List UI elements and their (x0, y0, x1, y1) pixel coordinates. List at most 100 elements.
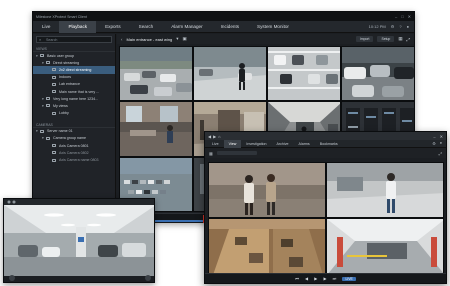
camera-tree-item[interactable]: Axis Camera 0801 (33, 142, 115, 149)
tab-alarm-manager[interactable]: Alarm Manager (162, 21, 211, 33)
minimize-icon[interactable]: – (433, 134, 435, 139)
tab-playback[interactable]: Playback (59, 20, 97, 33)
composite-stage: Milestone XProtect Smart Client – □ ✕ Li… (0, 0, 450, 286)
tab-exports[interactable]: Exports (96, 21, 130, 33)
tab-incidents[interactable]: Incidents (212, 21, 248, 33)
camera-tile-warehouse[interactable] (208, 218, 326, 274)
view-tree-item[interactable]: ▾ My views (33, 102, 115, 109)
tab-live[interactable]: Live (33, 21, 59, 33)
view-tree-item[interactable]: ▾ Very long name here 1234... (33, 95, 115, 102)
close-icon[interactable]: ✕ (408, 14, 411, 19)
setup-button[interactable]: Setup (377, 36, 395, 42)
view-icon (52, 75, 56, 79)
view-icon (40, 54, 44, 58)
cameras-header: CAMERAS (33, 121, 115, 128)
chevron-down-icon[interactable]: ▾ (176, 36, 178, 42)
view-tree-item[interactable]: 2x2 direct streaming (33, 66, 115, 74)
garage-camera-view[interactable] (4, 199, 155, 283)
tree-item-label: Indoors (59, 75, 71, 80)
tab-alarms[interactable]: Alarms (294, 140, 315, 148)
minimize-icon[interactable]: – (395, 14, 397, 19)
bookmark-icon[interactable]: ▣ (183, 36, 187, 42)
tab-view[interactable]: View (223, 139, 242, 148)
view-toolbar: ‹ Main entrance - east wing ▾ ▣ Import S… (117, 34, 414, 44)
tree-item-label: Axis Camera 0802 (59, 150, 89, 155)
camera-tile-garage-entrance[interactable] (326, 218, 444, 274)
live-button[interactable]: LIVE (342, 276, 356, 281)
tab-system-monitor[interactable]: System Monitor (248, 21, 298, 33)
camera-tile-lot-aerial[interactable] (267, 46, 341, 101)
tree-item-label: 2x2 direct streaming (59, 67, 92, 72)
tab-search[interactable]: Search (130, 21, 163, 33)
tree-item-label: Axis Camera name 0803 (59, 158, 99, 163)
camera-tile-office[interactable] (119, 101, 193, 157)
help-icon[interactable]: ? (399, 24, 401, 29)
skip-forward-icon[interactable]: ⏭ (333, 276, 337, 281)
camera-tree-item[interactable]: Axis Camera 0802 (33, 149, 115, 156)
sidebar: ⌕ Search VIEWS ▾ Basic user group ▾ Direct … (33, 34, 116, 222)
main-nav: Live Playback Exports Search Alarm Manag… (33, 20, 414, 33)
layout-icon[interactable]: ▦ (209, 151, 213, 156)
view-tree-item[interactable]: Lab entrance (33, 81, 115, 88)
step-back-icon[interactable]: ◀ (305, 276, 308, 281)
camera-icon (46, 136, 50, 140)
tree-item-label: Main name that is very ... (59, 89, 100, 94)
camera-tree-item[interactable]: Axis Camera name 0803 (33, 156, 115, 163)
tree-item-label: Very long name here 1234... (53, 96, 99, 101)
tab-bookmarks[interactable]: Bookmarks (315, 140, 343, 148)
back-arrow-icon[interactable]: ‹ (121, 37, 122, 42)
view-tree-item[interactable]: ▾ Direct streaming (33, 59, 115, 66)
playback-video-grid (208, 162, 444, 274)
tab-archive[interactable]: Archive (272, 140, 294, 148)
tree-item-label: Camera group name (53, 136, 86, 141)
view-icon (52, 68, 56, 72)
camera-tile-couple[interactable] (208, 162, 326, 218)
settings-icon[interactable]: ⚙ (391, 24, 395, 29)
view-icon (46, 104, 50, 108)
view-icon (46, 61, 50, 65)
view-selector[interactable] (216, 151, 257, 155)
search-icon: ⌕ (39, 37, 42, 42)
camera-icon (52, 151, 56, 155)
playback-window: ◀ ▶ ⌂ – ✕ Live View Investigation Archiv… (204, 131, 447, 284)
view-icon (52, 111, 56, 115)
search-input[interactable]: ⌕ Search (36, 36, 112, 43)
view-tree-item[interactable]: ▾ Basic user group (33, 52, 115, 59)
view-name: Main entrance - east wing (126, 36, 173, 42)
user-icon[interactable]: ● (407, 24, 409, 29)
camera-tile-street[interactable] (341, 46, 415, 101)
camera-tile-pedestrian[interactable] (326, 162, 444, 218)
tree-item-label: Server name 01 (47, 129, 73, 134)
clock-text: 10:12 PM (368, 24, 386, 29)
nav-right-tools: 10:12 PM ⚙ ? ● (369, 24, 414, 29)
close-icon[interactable]: ✕ (440, 134, 443, 139)
view-tree-item[interactable]: Lobby (33, 110, 115, 117)
transport-controls: ⏮ ◀ ▶ ▶ ⏭ LIVE (205, 273, 446, 283)
skip-back-icon[interactable]: ⏮ (295, 276, 299, 281)
tree-item-label: Direct streaming (53, 60, 80, 65)
forward-icon[interactable]: ▶ (213, 134, 216, 139)
view-tree-item[interactable]: Main name that is very ... (33, 88, 115, 95)
camera-tree-item[interactable]: ▾ Camera group name (33, 135, 115, 142)
fullscreen-icon[interactable]: ⤢ (439, 151, 442, 156)
home-icon[interactable]: ⌂ (218, 134, 220, 139)
play-icon[interactable]: ▶ (314, 276, 317, 281)
user-icon[interactable]: ● (440, 141, 442, 146)
step-forward-icon[interactable]: ▶ (323, 276, 326, 281)
settings-icon[interactable]: ⚙ (432, 141, 435, 146)
tab-live[interactable]: Live (207, 140, 224, 148)
views-tree: ▾ Basic user group ▾ Direct streaming 2x2 di… (33, 52, 115, 117)
fullscreen-icon[interactable]: ⤢ (406, 37, 410, 42)
import-button[interactable]: Import (355, 36, 374, 42)
view-tree-item[interactable]: Indoors (33, 74, 115, 81)
back-icon[interactable]: ◀ (208, 134, 211, 139)
camera-tile-walkway[interactable] (193, 46, 267, 101)
camera-tile-parking[interactable] (119, 46, 193, 101)
tab-investigation[interactable]: Investigation (241, 140, 271, 148)
layout-icon[interactable]: ▦ (398, 36, 402, 42)
tree-item-label: Axis Camera 0801 (59, 143, 89, 148)
camera-tree-item[interactable]: ▾ Server name 01 (33, 128, 115, 135)
cameras-tree: ▾ Server name 01 ▾ Camera group name Axis Ca… (33, 128, 115, 164)
view-icon (46, 97, 50, 101)
maximize-icon[interactable]: □ (401, 14, 403, 19)
